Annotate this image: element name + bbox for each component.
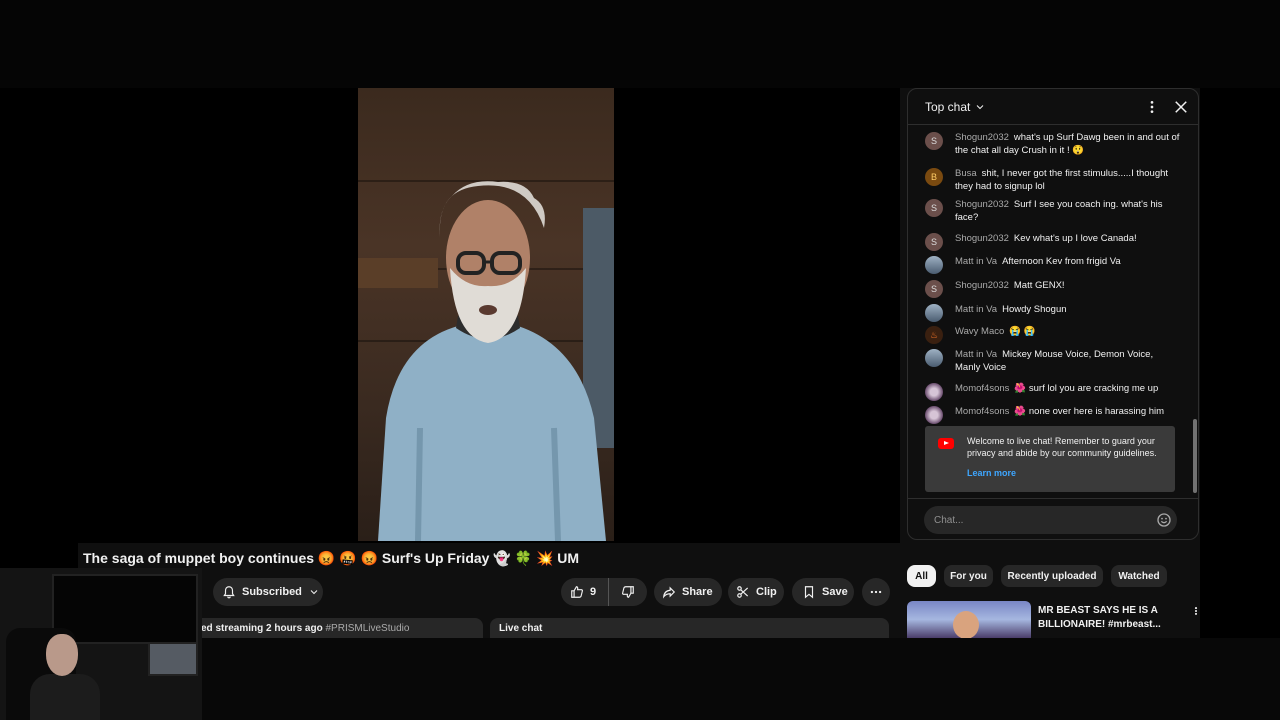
chip-watched[interactable]: Watched xyxy=(1111,565,1167,587)
author-badge-icon: 🌺 xyxy=(1014,406,1027,417)
video-title: The saga of muppet boy continues 😡 🤬 😡 S… xyxy=(83,550,580,566)
avatar xyxy=(925,349,943,367)
chat-scrollbar[interactable] xyxy=(1193,419,1197,493)
webcam-person-body xyxy=(30,674,100,720)
chat-text: surf lol you are cracking me up xyxy=(1028,383,1159,394)
avatar: B xyxy=(925,168,943,186)
welcome-banner: Welcome to live chat! Remember to guard … xyxy=(925,426,1175,492)
chat-author[interactable]: Shogun2032 xyxy=(955,199,1009,210)
like-dislike-group: 9 xyxy=(561,578,647,606)
chat-author[interactable]: Wavy Maco xyxy=(955,326,1004,337)
share-icon xyxy=(662,586,676,599)
avatar xyxy=(925,406,943,424)
share-button[interactable]: Share xyxy=(654,578,722,606)
chat-text: 😭 😭 xyxy=(1009,326,1036,337)
video-player[interactable] xyxy=(78,88,900,543)
chat-input[interactable] xyxy=(924,506,1177,534)
chat-author[interactable]: Momof4sons xyxy=(955,383,1009,394)
welcome-text: Welcome to live chat! Remember to guard … xyxy=(967,436,1157,458)
subscribed-label: Subscribed xyxy=(242,586,302,598)
like-button[interactable]: 9 xyxy=(561,578,609,606)
author-badge-icon: 🌺 xyxy=(1014,383,1027,394)
webcam-person-head xyxy=(46,634,78,676)
avatar xyxy=(925,383,943,401)
more-horizontal-icon xyxy=(870,590,882,594)
thumbs-down-icon xyxy=(621,586,634,598)
clip-label: Clip xyxy=(756,586,777,598)
streamed-info: ed streaming 2 hours ago xyxy=(201,623,323,634)
scissors-icon xyxy=(737,586,749,598)
webcam-background-screen xyxy=(52,574,198,644)
avatar xyxy=(925,256,943,274)
chip-recently-uploaded[interactable]: Recently uploaded xyxy=(1001,565,1103,587)
close-icon[interactable] xyxy=(1172,98,1190,116)
more-actions-button[interactable] xyxy=(862,578,890,606)
chat-author[interactable]: Busa xyxy=(955,168,977,179)
dislike-button[interactable] xyxy=(609,578,647,606)
chat-author[interactable]: Matt in Va xyxy=(955,349,997,360)
thumbs-up-icon xyxy=(571,586,584,598)
chevron-down-icon[interactable] xyxy=(974,101,986,113)
more-vertical-icon[interactable] xyxy=(1144,99,1160,115)
thumbnail-face xyxy=(953,611,979,638)
more-vertical-icon[interactable] xyxy=(1191,604,1201,618)
chat-input-area xyxy=(907,498,1199,540)
chip-for-you[interactable]: For you xyxy=(944,565,993,587)
live-chat-panel: Top chat S Shogun2032 what's up Surf Dawg… xyxy=(907,88,1199,540)
chat-author[interactable]: Shogun2032 xyxy=(955,132,1009,143)
streamer-figure xyxy=(358,181,614,541)
chip-all[interactable]: All xyxy=(907,565,936,587)
chat-text: Kev what's up I love Canada! xyxy=(1013,233,1137,244)
live-chat-card[interactable]: Live chat xyxy=(490,618,889,638)
learn-more-link[interactable]: Learn more xyxy=(967,467,1165,479)
avatar: S xyxy=(925,280,943,298)
top-chat-dropdown[interactable]: Top chat xyxy=(925,100,970,114)
bell-icon xyxy=(223,586,235,599)
clip-button[interactable]: Clip xyxy=(728,578,784,606)
avatar: S xyxy=(925,233,943,251)
avatar xyxy=(925,304,943,322)
avatar: ♨ xyxy=(925,326,943,344)
save-button[interactable]: Save xyxy=(792,578,854,606)
chat-text: Howdy Shogun xyxy=(1002,304,1067,315)
top-letterbox xyxy=(0,0,1280,88)
avatar: S xyxy=(925,199,943,217)
chat-author[interactable]: Shogun2032 xyxy=(955,280,1009,291)
webcam-overlay xyxy=(0,568,202,720)
like-count: 9 xyxy=(590,586,597,598)
hashtag-link[interactable]: #PRISMLiveStudio xyxy=(325,623,409,634)
recommendation-thumbnail[interactable] xyxy=(907,601,1031,638)
chevron-down-icon xyxy=(310,590,318,595)
chat-author[interactable]: Matt in Va xyxy=(955,256,997,267)
live-chat-card-label: Live chat xyxy=(499,623,543,634)
save-label: Save xyxy=(822,586,848,598)
chat-header: Top chat xyxy=(908,89,1198,125)
chat-author[interactable]: Momof4sons xyxy=(955,406,1009,417)
webcam-background-monitor xyxy=(148,642,198,676)
youtube-watch-page: The saga of muppet boy continues 😡 🤬 😡 S… xyxy=(78,88,1200,638)
subscribed-button[interactable]: Subscribed xyxy=(213,578,323,606)
chat-author[interactable]: Matt in Va xyxy=(955,304,997,315)
chat-text: none over here is harassing him xyxy=(1028,406,1165,417)
recommendation-title[interactable]: MR BEAST SAYS HE IS A BILLIONAIRE! #mrbe… xyxy=(1038,604,1178,632)
chat-text: Matt GENX! xyxy=(1013,280,1065,291)
youtube-logo-icon xyxy=(938,438,954,449)
emoji-icon[interactable] xyxy=(1156,512,1172,528)
chat-text: Afternoon Kev from frigid Va xyxy=(1002,256,1121,267)
chat-author[interactable]: Shogun2032 xyxy=(955,233,1009,244)
avatar: S xyxy=(925,132,943,150)
video-frame xyxy=(358,88,614,541)
share-label: Share xyxy=(682,586,713,598)
chat-text: shit, I never got the first stimulus....… xyxy=(955,168,1169,192)
bookmark-icon xyxy=(804,586,814,599)
